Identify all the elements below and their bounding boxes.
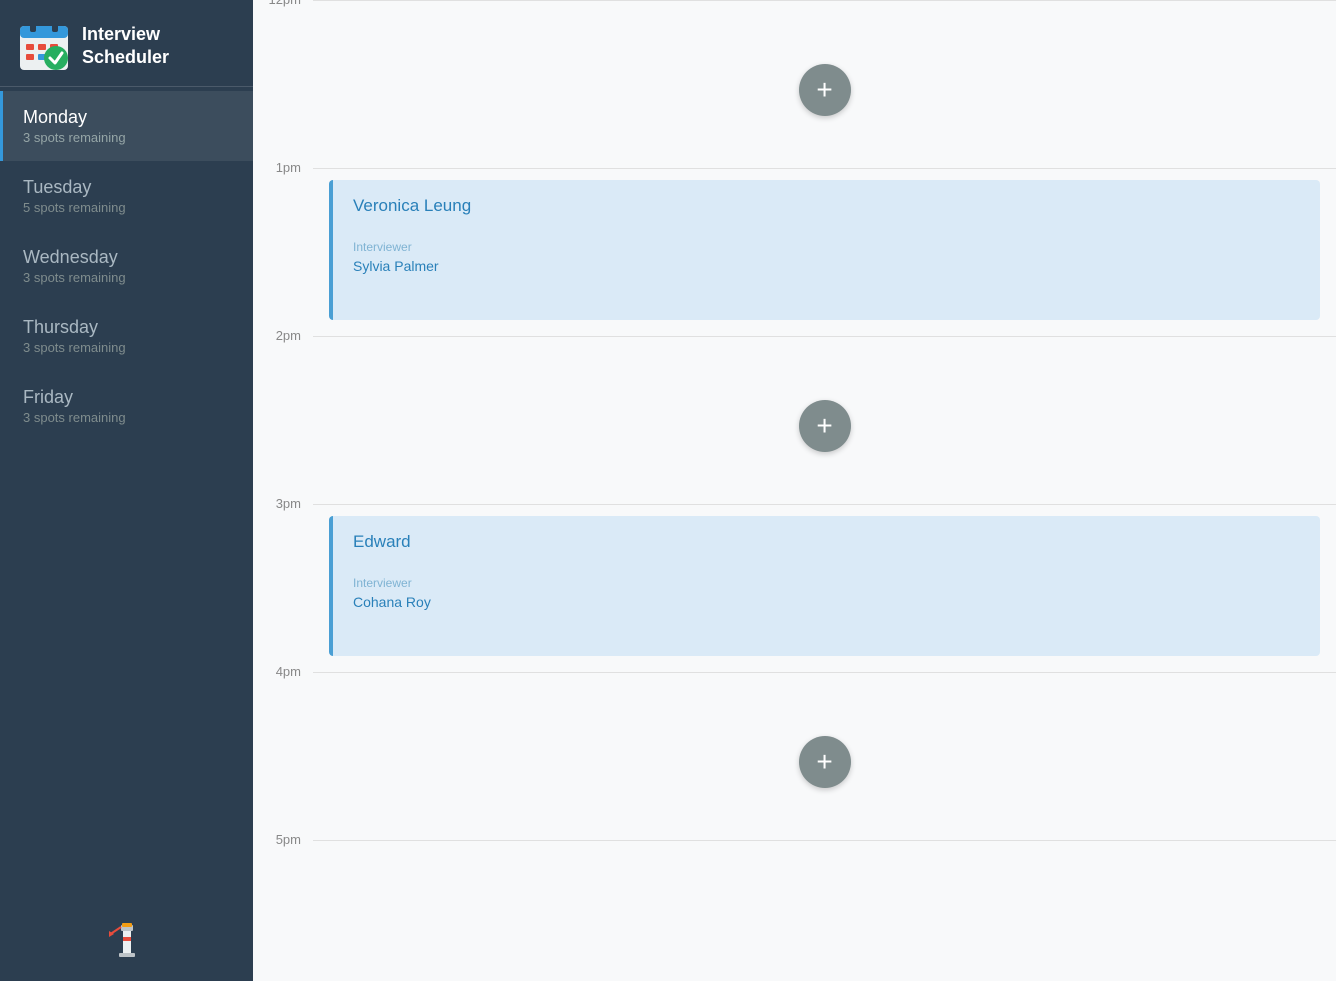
sidebar-item-tuesday[interactable]: Tuesday 5 spots remaining xyxy=(0,161,253,231)
time-content-4pm: + xyxy=(313,672,1336,840)
day-label: Friday xyxy=(23,387,233,408)
time-label-5pm: 5pm xyxy=(253,832,313,847)
time-slot-3pm: 3pm Edward Interviewer Cohana Roy xyxy=(253,504,1336,672)
interviewer-label: Interviewer xyxy=(353,240,1300,254)
time-label-3pm: 3pm xyxy=(253,496,313,511)
time-content-1pm: Veronica Leung Interviewer Sylvia Palmer xyxy=(313,168,1336,336)
candidate-name: Edward xyxy=(353,532,1300,552)
interviewer-name: Cohana Roy xyxy=(353,594,1300,610)
interviewer-label: Interviewer xyxy=(353,576,1300,590)
time-content-3pm: Edward Interviewer Cohana Roy xyxy=(313,504,1336,672)
time-label-4pm: 4pm xyxy=(253,664,313,679)
spots-label: 5 spots remaining xyxy=(23,200,233,215)
add-slot-button-12pm[interactable]: + xyxy=(799,64,851,116)
candidate-name: Veronica Leung xyxy=(353,196,1300,216)
app-icon xyxy=(18,20,70,72)
add-slot-button-4pm[interactable]: + xyxy=(799,736,851,788)
spots-label: 3 spots remaining xyxy=(23,130,233,145)
time-slot-2pm: 2pm + xyxy=(253,336,1336,504)
sidebar-item-friday[interactable]: Friday 3 spots remaining xyxy=(0,371,253,441)
time-slot-12pm: 12pm + xyxy=(253,0,1336,168)
interview-card-edward: Edward Interviewer Cohana Roy xyxy=(329,516,1320,656)
time-slot-5pm: 5pm xyxy=(253,840,1336,880)
main-content: 12pm + 1pm Veronica Leung Interviewer Sy… xyxy=(253,0,1336,981)
time-content-5pm xyxy=(313,840,1336,880)
day-label: Wednesday xyxy=(23,247,233,268)
day-label: Tuesday xyxy=(23,177,233,198)
spots-label: 3 spots remaining xyxy=(23,410,233,425)
interviewer-name: Sylvia Palmer xyxy=(353,258,1300,274)
sidebar: InterviewScheduler Monday 3 spots remain… xyxy=(0,0,253,981)
app-header: InterviewScheduler xyxy=(0,0,253,87)
nav-items: Monday 3 spots remaining Tuesday 5 spots… xyxy=(0,91,253,897)
day-label: Thursday xyxy=(23,317,233,338)
app-title: InterviewScheduler xyxy=(82,23,169,70)
time-label-12pm: 12pm xyxy=(253,0,313,7)
sidebar-item-monday[interactable]: Monday 3 spots remaining xyxy=(0,91,253,161)
sidebar-item-thursday[interactable]: Thursday 3 spots remaining xyxy=(0,301,253,371)
time-slot-4pm: 4pm + xyxy=(253,672,1336,840)
time-content-2pm: + xyxy=(313,336,1336,504)
sidebar-footer xyxy=(0,897,253,981)
time-slot-1pm: 1pm Veronica Leung Interviewer Sylvia Pa… xyxy=(253,168,1336,336)
day-label: Monday xyxy=(23,107,233,128)
timeline: 12pm + 1pm Veronica Leung Interviewer Sy… xyxy=(253,0,1336,880)
interview-card-veronica: Veronica Leung Interviewer Sylvia Palmer xyxy=(329,180,1320,320)
spots-label: 3 spots remaining xyxy=(23,270,233,285)
spots-label: 3 spots remaining xyxy=(23,340,233,355)
time-content-12pm: + xyxy=(313,0,1336,168)
lighthouse-icon xyxy=(109,917,145,961)
time-label-2pm: 2pm xyxy=(253,328,313,343)
add-slot-button-2pm[interactable]: + xyxy=(799,400,851,452)
time-label-1pm: 1pm xyxy=(253,160,313,175)
sidebar-item-wednesday[interactable]: Wednesday 3 spots remaining xyxy=(0,231,253,301)
